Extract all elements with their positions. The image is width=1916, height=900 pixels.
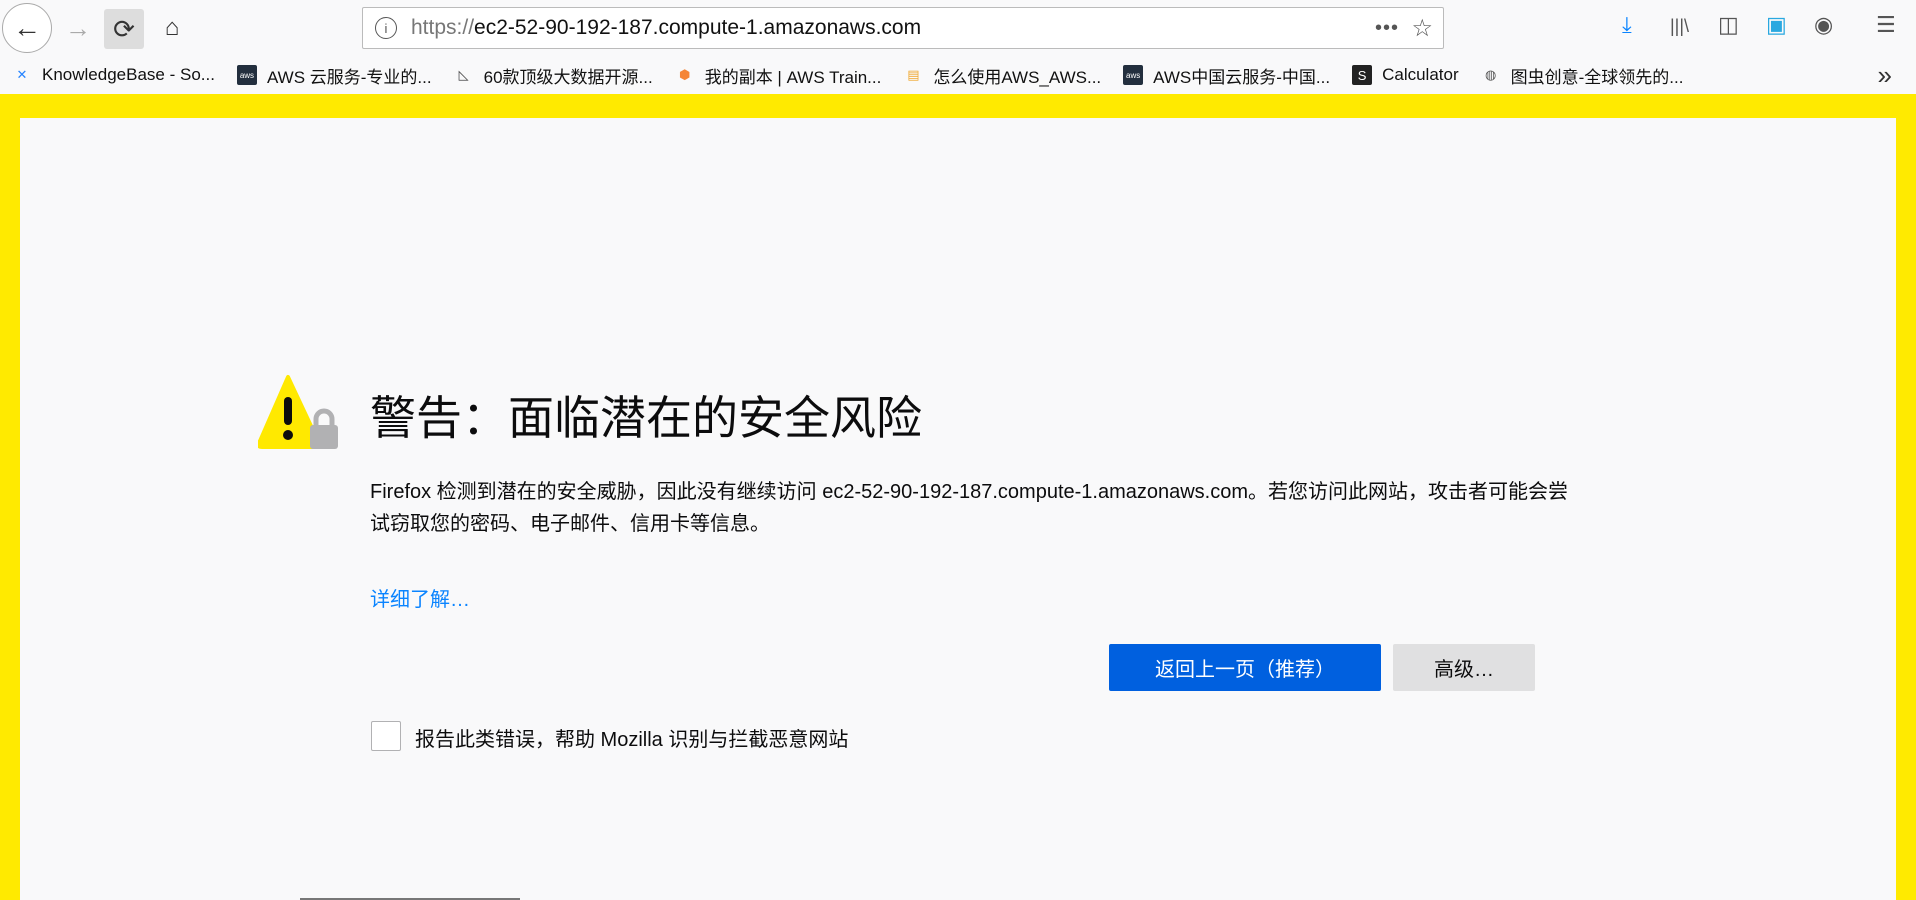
bookmark-item[interactable]: S Calculator: [1352, 65, 1459, 85]
warning-lock-icon: [258, 375, 338, 449]
bookmark-favicon-icon: S: [1352, 65, 1373, 85]
bookmark-favicon-icon: ◍: [1484, 67, 1497, 82]
bookmark-favicon-icon: ▤: [907, 67, 920, 82]
bookmark-label: AWS 云服务-专业的...: [266, 67, 432, 87]
bookmark-favicon-icon: ⬢: [679, 67, 691, 82]
bookmark-favicon-icon: aws: [1123, 65, 1144, 85]
page-actions-icon[interactable]: •••: [1375, 17, 1399, 40]
report-error-label[interactable]: 报告此类错误，帮助 Mozilla 识别与拦截恶意网站: [415, 723, 848, 752]
site-info-icon[interactable]: i: [375, 17, 397, 39]
bookmark-item[interactable]: ◍ 图虫创意-全球领先的...: [1481, 63, 1684, 88]
reload-button[interactable]: ⟳: [104, 9, 144, 49]
url-scheme: https://: [411, 16, 475, 39]
back-arrow-icon: ←: [13, 12, 41, 43]
reload-icon: ⟳: [113, 13, 135, 44]
library-icon[interactable]: |||\: [1670, 16, 1689, 37]
bookmarks-toolbar: ✕ KnowledgeBase - So... aws AWS 云服务-专业的... ◺…: [0, 56, 1916, 94]
screenshot-icon[interactable]: ▣: [1766, 12, 1787, 38]
home-button[interactable]: ⌂: [154, 10, 190, 46]
bookmark-star-icon[interactable]: ☆: [1411, 14, 1433, 43]
downloads-icon[interactable]: ⤓: [1622, 12, 1632, 38]
navigation-toolbar: ← → ⟳ ⌂ i https://ec2-52-90-192-187.comp…: [0, 0, 1916, 56]
url-bar[interactable]: i https://ec2-52-90-192-187.compute-1.am…: [362, 7, 1444, 49]
account-icon[interactable]: ◉: [1814, 12, 1833, 38]
bookmark-label: 60款顶级大数据开源...: [483, 67, 653, 87]
bookmark-item[interactable]: ✕ KnowledgeBase - So...: [12, 65, 215, 85]
forward-button[interactable]: →: [60, 10, 96, 46]
report-error-checkbox[interactable]: [371, 721, 401, 751]
bookmark-item[interactable]: ◺ 60款顶级大数据开源...: [454, 63, 653, 88]
url-host: ec2-52-90-192-187.compute-1.amazonaws.co…: [474, 16, 922, 39]
bookmark-item[interactable]: ⬢ 我的副本 | AWS Train...: [675, 63, 882, 88]
bookmark-favicon-icon: ◺: [458, 67, 469, 82]
bookmark-favicon-icon: ✕: [16, 67, 28, 82]
bookmark-label: KnowledgeBase - So...: [42, 65, 215, 84]
bookmark-item[interactable]: aws AWS中国云服务-中国...: [1123, 63, 1330, 88]
back-button[interactable]: ←: [2, 3, 52, 53]
bookmark-label: Calculator: [1382, 65, 1459, 84]
bookmark-favicon-icon: aws: [236, 65, 257, 85]
menu-icon[interactable]: ☰: [1876, 12, 1896, 38]
go-back-button[interactable]: 返回上一页（推荐）: [1109, 644, 1381, 691]
learn-more-link[interactable]: 详细了解…: [370, 583, 470, 612]
home-icon: ⌂: [164, 14, 180, 41]
page-title: 警告：面临潜在的安全风险: [370, 392, 922, 444]
bookmark-label: AWS中国云服务-中国...: [1153, 67, 1331, 87]
bookmark-label: 怎么使用AWS_AWS...: [933, 67, 1102, 87]
bookmark-item[interactable]: ▤ 怎么使用AWS_AWS...: [903, 63, 1101, 88]
advanced-button[interactable]: 高级…: [1393, 644, 1535, 691]
error-description: Firefox 检测到潜在的安全威胁，因此没有继续访问 ec2-52-90-19…: [370, 481, 1569, 535]
bookmark-item[interactable]: aws AWS 云服务-专业的...: [236, 63, 432, 88]
bookmark-label: 图虫创意-全球领先的...: [1510, 67, 1684, 87]
bookmark-label: 我的副本 | AWS Train...: [704, 67, 882, 87]
bookmarks-overflow-icon[interactable]: »: [1878, 60, 1892, 91]
sidebar-icon[interactable]: ◫: [1718, 12, 1739, 38]
forward-arrow-icon: →: [65, 12, 91, 43]
